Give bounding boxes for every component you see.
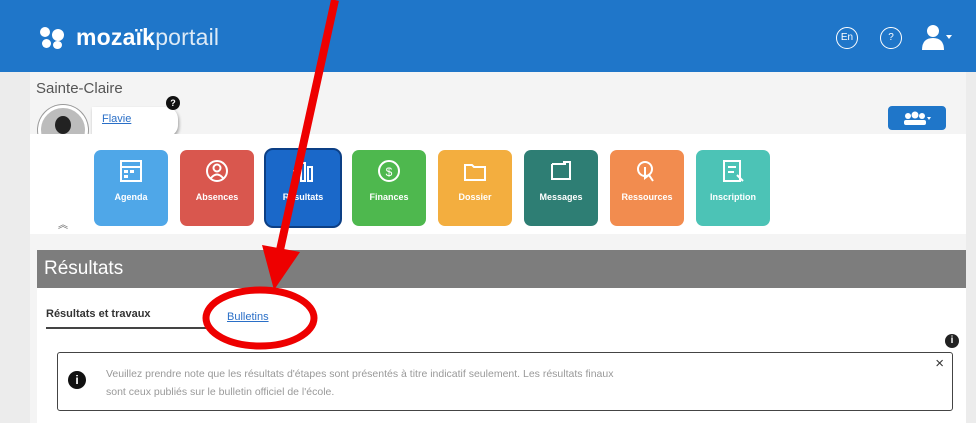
tile-ressources[interactable]: Ressources (610, 150, 684, 226)
collapse-tiles-icon[interactable]: ︽ (58, 216, 68, 231)
user-circle-icon (206, 160, 228, 182)
tab-bulletins[interactable]: Bulletins (227, 311, 269, 323)
notice-line-1: Veuillez prendre note que les résultats … (106, 368, 614, 380)
bar-chart-icon (293, 162, 313, 182)
logo-mark-icon (40, 26, 66, 49)
tile-agenda[interactable]: Agenda (94, 150, 168, 226)
info-icon[interactable]: i (945, 334, 959, 348)
group-icon (904, 111, 931, 126)
school-name: Sainte-Claire (36, 80, 123, 97)
touch-icon (637, 161, 654, 182)
profile-help-icon[interactable]: ? (166, 96, 180, 110)
language-button[interactable]: En (836, 27, 858, 49)
section-title: Résultats (37, 250, 966, 288)
form-icon (723, 160, 744, 182)
calendar-icon (120, 160, 142, 182)
tile-absences[interactable]: Absences (180, 150, 254, 226)
app-logo[interactable]: mozaïkportail (40, 24, 219, 51)
module-tiles: Agenda Absences Résultats $ Finances Dos… (30, 134, 966, 234)
active-tab-indicator (46, 327, 210, 329)
svg-text:$: $ (386, 165, 393, 179)
tile-dossier[interactable]: Dossier (438, 150, 512, 226)
notice-box: i Veuillez prendre note que les résultat… (57, 352, 953, 411)
close-icon[interactable]: × (935, 355, 944, 372)
user-menu-icon[interactable] (922, 24, 952, 50)
tab-resultats-travaux[interactable]: Résultats et travaux (46, 308, 151, 320)
main-content: Sainte-Claire Flavie ? Agenda Absences R… (30, 72, 966, 423)
tile-messages[interactable]: Messages (524, 150, 598, 226)
app-title: mozaïkportail (76, 24, 220, 50)
results-panel: Résultats et travaux Bulletins i i Veuil… (37, 288, 966, 423)
top-bar: mozaïkportail En ? (0, 0, 976, 72)
notice-info-icon: i (68, 371, 86, 389)
child-name-link[interactable]: Flavie (92, 107, 178, 137)
coin-icon: $ (378, 160, 400, 182)
tile-resultats[interactable]: Résultats (266, 150, 340, 226)
help-button[interactable]: ? (880, 27, 902, 49)
children-selector-button[interactable] (888, 106, 946, 130)
message-icon (551, 161, 571, 180)
tile-finances[interactable]: $ Finances (352, 150, 426, 226)
folder-icon (464, 164, 486, 181)
notice-line-2: sont ceux publiés sur le bulletin offici… (106, 386, 335, 398)
tile-inscription[interactable]: Inscription (696, 150, 770, 226)
